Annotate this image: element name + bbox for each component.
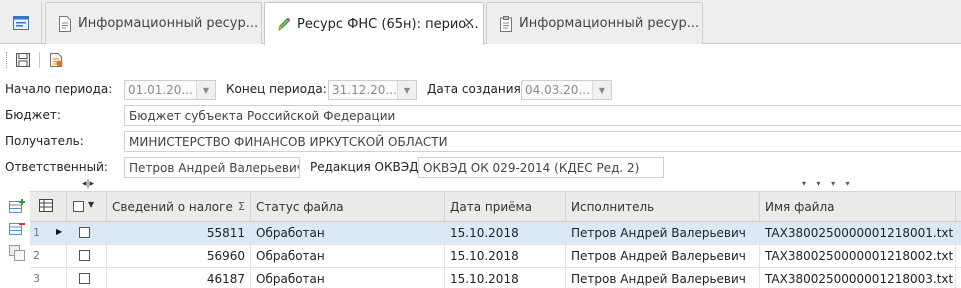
period-start-combo[interactable]: 01.01.20... ▼ [124,80,216,100]
budget-field[interactable]: Бюджет субъекта Российской Федерации [124,105,961,126]
column-header-amount[interactable]: Сведений о налоге Σ [107,192,251,222]
column-resize-handle-icon[interactable]: ◂|▸ [82,179,94,189]
select-all-header[interactable]: ▼ [67,192,107,222]
add-row-icon[interactable] [8,198,26,216]
cell-amount[interactable]: 56960 [107,245,251,267]
table-icon [39,199,53,212]
grid-side-toolbar [0,190,30,288]
tax-files-grid: ▼ Сведений о налоге Σ Статус файла Дата … [30,191,961,288]
okved-label: Редакция ОКВЭД: [310,160,423,174]
chevron-down-icon[interactable]: ▼ [88,200,94,209]
sum-icon: Σ [238,200,245,213]
cell-executor[interactable]: Петров Андрей Валерьевич [566,268,760,288]
cell-date[interactable]: 15.10.2018 [445,245,566,267]
column-header-executor[interactable]: Исполнитель [566,192,760,222]
cell-amount[interactable]: 46187 [107,268,251,288]
period-start-value: 01.01.20... [128,83,193,97]
toolbar-separator [39,52,40,68]
tab-label: Ресурс ФНС (65н): перио... [297,16,479,32]
select-all-checkbox[interactable] [73,201,84,212]
export-button[interactable] [46,50,66,70]
cell-status[interactable]: Обработан [251,245,445,267]
table-row[interactable]: 3 46187 Обработан 15.10.2018 Петров Андр… [30,268,961,288]
clipboard-icon [500,15,512,32]
tab-label: Информационный ресур... [78,16,259,31]
created-label: Дата создания: [427,82,525,96]
document-icon [59,15,71,32]
delete-row-icon[interactable] [8,220,26,238]
row-checkbox[interactable] [79,227,90,238]
recipient-field[interactable]: МИНИСТЕРСТВО ФИНАНСОВ ИРКУТСКОЙ ОБЛАСТИ [124,131,961,152]
created-combo[interactable]: 04.03.20... ▼ [521,80,612,100]
table-row[interactable]: 1 ▶ 55811 Обработан 15.10.2018 Петров Ан… [30,222,961,245]
save-button[interactable] [13,50,33,70]
cell-executor[interactable]: Петров Андрей Валерьевич [566,222,760,244]
chevron-down-icon[interactable]: ▼ [397,81,416,99]
column-drag-markers-icon: ▾ ▾ ▾ ▾ [802,179,854,188]
cell-filename[interactable]: TAX3800250000001218002.txt [760,245,956,267]
cell-filename[interactable]: TAX3800250000001218001.txt [760,222,956,244]
okved-field[interactable]: ОКВЭД ОК 029-2014 (КДЕС Ред. 2) [418,157,664,178]
cell-amount[interactable]: 55811 [107,222,251,244]
row-number: 1 ▶ [30,222,67,244]
row-select-cell[interactable] [67,268,107,288]
tab-bar: Информационный ресур... Ресурс ФНС (65н)… [0,0,961,45]
copy-row-icon[interactable] [8,244,26,262]
close-icon[interactable]: × [463,15,475,31]
chevron-down-icon[interactable]: ▼ [196,81,215,99]
column-header-overflow [956,192,961,222]
column-header-filename[interactable]: Имя файла [760,192,956,222]
cell-status[interactable]: Обработан [251,268,445,288]
chevron-down-icon[interactable]: ▼ [592,81,611,99]
period-end-label: Конец периода: [226,82,327,96]
cell-status[interactable]: Обработан [251,222,445,244]
created-value: 04.03.20... [525,83,590,97]
column-header-status[interactable]: Статус файла [251,192,445,222]
tab-info-resource-2[interactable]: Информационный ресур... [486,2,703,44]
tab-info-resource-1[interactable]: Информационный ресур... [45,2,262,44]
tab-fns-resource[interactable]: Ресурс ФНС (65н): перио... × [264,2,484,45]
responsible-label: Ответственный: [5,160,108,174]
window-icon [12,16,29,30]
cell-filename[interactable]: TAX3800250000001218003.txt [760,268,956,288]
column-header-date[interactable]: Дата приёма [445,192,566,222]
grid-column-resize-strip: ◂|▸ ▾ ▾ ▾ ▾ [30,179,961,191]
cell-date[interactable]: 15.10.2018 [445,222,566,244]
table-row[interactable]: 2 56960 Обработан 15.10.2018 Петров Андр… [30,245,961,268]
row-checkbox[interactable] [79,250,90,261]
toolbar-grip [6,52,9,68]
budget-label: Бюджет: [5,108,61,122]
grid-header: ▼ Сведений о налоге Σ Статус файла Дата … [30,191,961,222]
save-icon [16,53,30,67]
row-select-cell[interactable] [67,222,107,244]
recipient-label: Получатель: [5,134,84,148]
row-number-text: 1 [33,226,40,239]
export-icon [50,53,63,67]
tab-label: Информационный ресур... [519,16,700,31]
row-checkbox[interactable] [79,273,90,284]
cell-executor[interactable]: Петров Андрей Валерьевич [566,245,760,267]
column-chooser-button[interactable] [30,192,67,222]
row-number: 3 [30,268,67,288]
column-header-label: Сведений о налоге [112,200,233,214]
pencil-icon [278,17,291,32]
period-start-label: Начало периода: [5,82,113,96]
row-select-cell[interactable] [67,245,107,267]
period-end-combo[interactable]: 31.12.20... ▼ [328,80,417,100]
current-row-arrow-icon: ▶ [56,227,63,236]
responsible-field[interactable]: Петров Андрей Валерьевич [124,157,300,178]
home-tab[interactable] [0,2,42,44]
toolbar [0,46,961,74]
cell-date[interactable]: 15.10.2018 [445,268,566,288]
row-number: 2 [30,245,67,267]
period-end-value: 31.12.20... [332,83,397,97]
